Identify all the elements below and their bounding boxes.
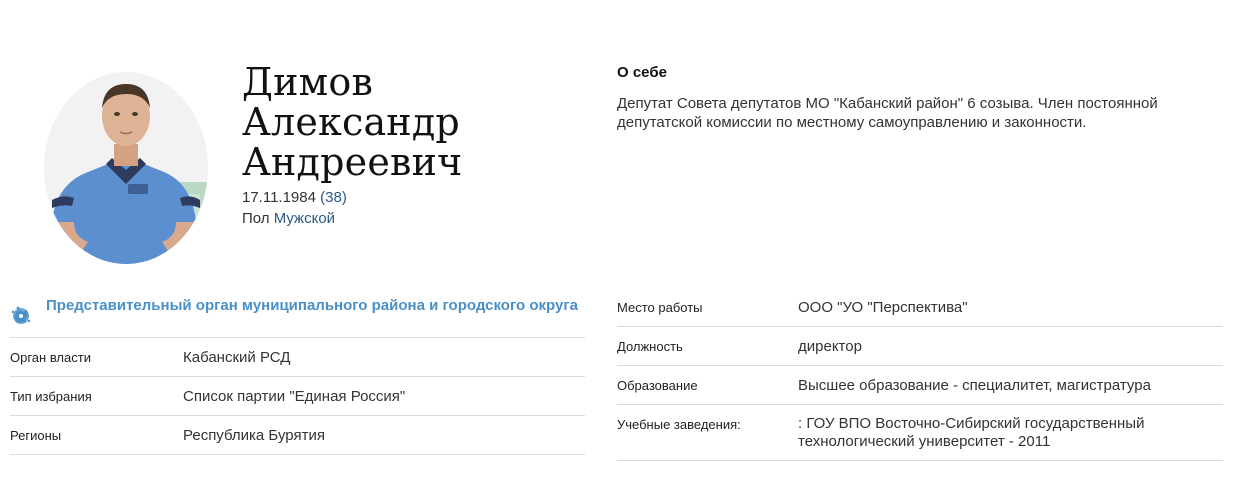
organization-title[interactable]: Представительный орган муниципального ра…: [46, 296, 578, 315]
table-row: Должность директор: [617, 327, 1223, 366]
sex-value: Мужской: [273, 210, 336, 227]
district-emblem-icon: [11, 306, 31, 324]
table-row: Орган власти Кабанский РСД: [10, 338, 585, 377]
birth-date: 17.11.1984: [242, 189, 316, 206]
table-row: Регионы Республика Бурятия: [10, 416, 585, 455]
sex-info: Пол Мужской: [242, 209, 335, 229]
table-row: Учебные заведения: : ГОУ ВПО Восточно-Си…: [617, 405, 1223, 461]
row-label-workplace: Место работы: [617, 299, 703, 315]
name-line-firstname: Александр: [242, 100, 460, 144]
name-line-surname: Димов: [242, 60, 374, 104]
row-value-workplace: ООО "УО "Перспектива": [798, 298, 968, 316]
deputy-name: Димов Александр Андреевич: [242, 62, 462, 182]
deputy-photo: [44, 72, 208, 264]
row-label-authority: Орган власти: [10, 349, 91, 365]
row-value-election-type: Список партии "Единая Россия": [183, 387, 406, 405]
organization-header: Представительный орган муниципального ра…: [10, 296, 585, 338]
row-value-institutions: : ГОУ ВПО Восточно-Сибирский государстве…: [798, 415, 1145, 450]
organization-section: Представительный орган муниципального ра…: [10, 296, 585, 455]
age-value: (38): [320, 189, 347, 206]
row-label-election-type: Тип избрания: [10, 388, 92, 404]
name-line-patronymic: Андреевич: [242, 140, 463, 184]
row-value-authority: Кабанский РСД: [183, 348, 291, 366]
row-value-education: Высшее образование - специалитет, магист…: [798, 376, 1151, 394]
sex-label: Пол: [242, 210, 270, 227]
details-section: Место работы ООО "УО "Перспектива" Должн…: [617, 288, 1223, 461]
row-value-position: директор: [798, 337, 862, 355]
row-label-education: Образование: [617, 377, 698, 393]
row-label-institutions: Учебные заведения:: [617, 417, 741, 432]
about-text: Депутат Совета депутатов МО "Кабанский р…: [617, 95, 1158, 131]
table-row: Место работы ООО "УО "Перспектива": [617, 288, 1223, 327]
birth-info: 17.11.1984 (38): [242, 188, 347, 208]
table-row: Образование Высшее образование - специал…: [617, 366, 1223, 405]
about-section: О себе Депутат Совета депутатов МО "Каба…: [617, 64, 1227, 132]
row-label-regions: Регионы: [10, 427, 62, 443]
person-photo-icon: [44, 72, 208, 264]
row-label-position: Должность: [617, 338, 683, 354]
about-title: О себе: [617, 64, 667, 81]
table-row: Тип избрания Список партии "Единая Росси…: [10, 377, 585, 416]
row-value-regions: Республика Бурятия: [183, 426, 325, 444]
